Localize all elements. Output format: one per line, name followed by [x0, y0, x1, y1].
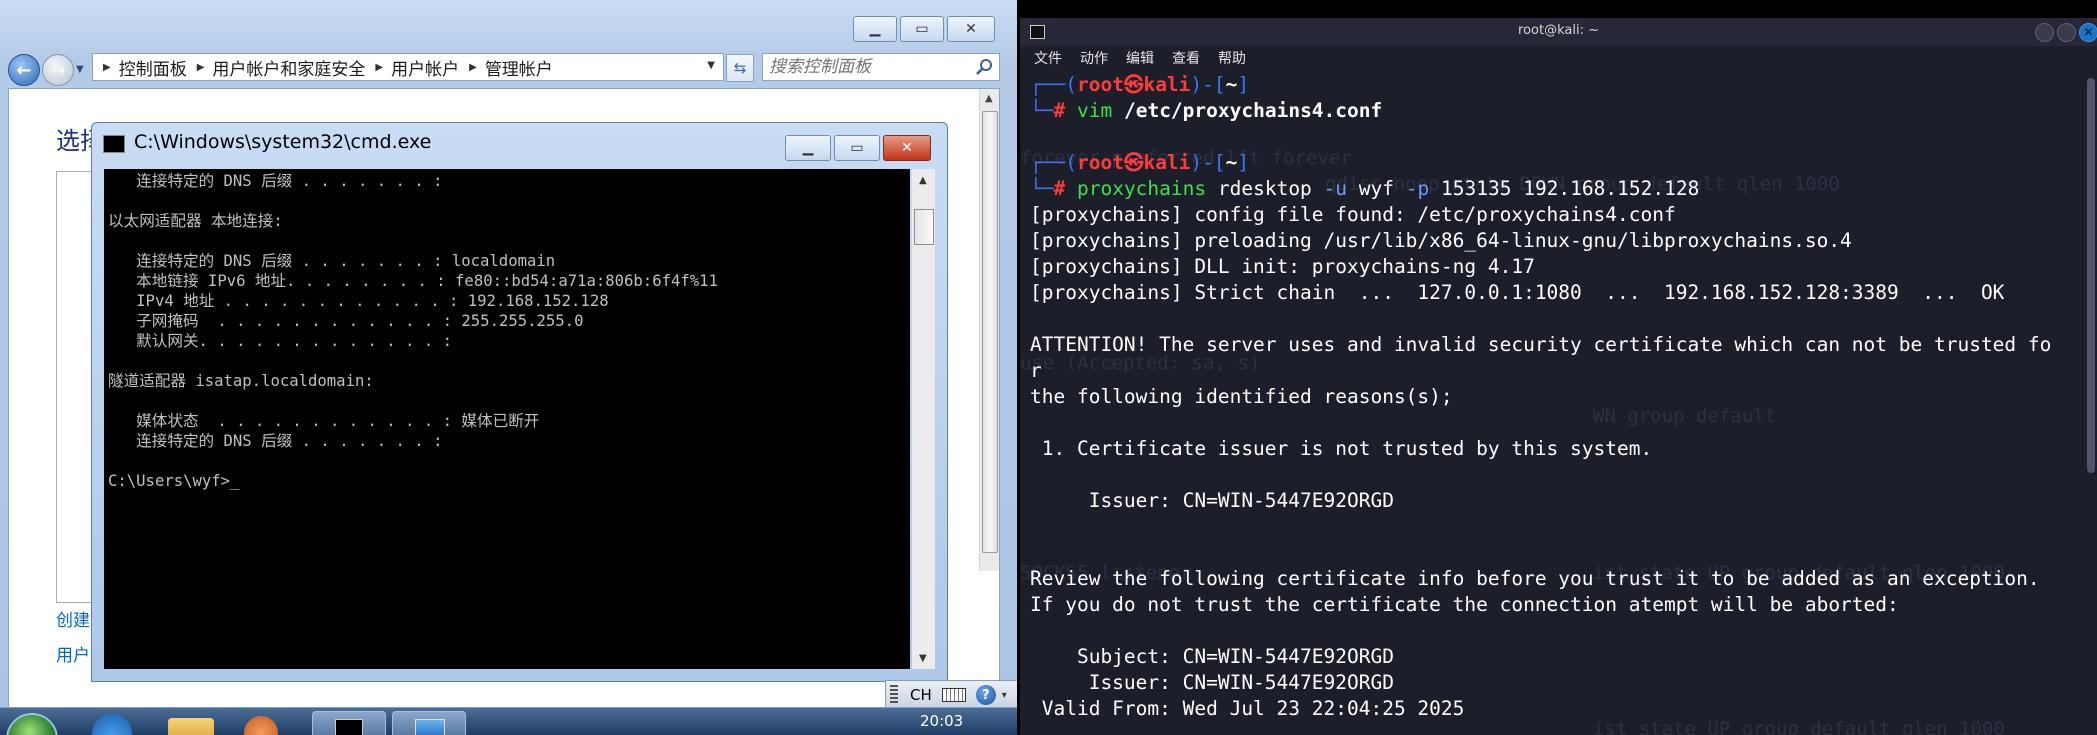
taskbar-cmd-button[interactable]	[312, 711, 386, 735]
command-output: [proxychains] config file found: /etc/pr…	[1030, 203, 2052, 720]
command-arg: 153135	[1441, 177, 1512, 200]
kali-vm-screen: root@kali: ~ ✕ 文件 动作 编辑 查看 帮助 forever pr…	[1017, 0, 2097, 735]
taskbar: 20:03	[0, 707, 1017, 735]
menu-bar: 文件 动作 编辑 查看 帮助	[1020, 46, 2097, 72]
forward-button[interactable]: →	[42, 54, 74, 86]
back-button[interactable]: ←	[8, 54, 40, 86]
create-account-link[interactable]: 创建	[56, 606, 90, 631]
scroll-up-icon[interactable]: ▲	[919, 175, 927, 186]
command-program: proxychains	[1076, 177, 1207, 200]
minimize-button[interactable]: ▁	[853, 16, 897, 42]
command-arg: rdesktop	[1217, 177, 1312, 200]
start-button[interactable]	[6, 713, 58, 735]
cmd-scrollbar[interactable]: ▲ ▼	[912, 169, 935, 669]
prompt-user: root	[1076, 73, 1124, 96]
arrow-left-icon: ←	[16, 59, 32, 81]
cmd-caption-buttons: ▁ ▭ ✕	[782, 135, 931, 161]
menu-edit[interactable]: 编辑	[1126, 46, 1154, 72]
refresh-icon: ⇆	[733, 59, 747, 77]
windows-vm-screen: ▁ ▭ ✕ ← → ▼ ▶ 控制面板 ▶ 用户帐户和家庭安全 ▶ 用户帐户 ▶ …	[0, 0, 1017, 735]
command-arg: 192.168.152.128	[1523, 177, 1700, 200]
prompt-cwd: ~	[1225, 73, 1238, 96]
address-bar: ← → ▼ ▶ 控制面板 ▶ 用户帐户和家庭安全 ▶ 用户帐户 ▶ 管理帐户 ▼…	[0, 50, 1017, 86]
prompt-host: kali	[1143, 73, 1191, 96]
close-button[interactable]: ✕	[2079, 23, 2097, 42]
cmd-maximize-button[interactable]: ▭	[834, 135, 880, 161]
command-arg: wyf	[1358, 177, 1395, 200]
clock[interactable]: 20:03	[920, 712, 963, 730]
breadcrumb-item[interactable]: 控制面板	[119, 55, 187, 80]
language-bar: CH ? ▾	[885, 680, 1017, 710]
search-box[interactable]	[762, 53, 1000, 81]
menu-file[interactable]: 文件	[1034, 46, 1062, 72]
chevron-right-icon: ▶	[469, 61, 477, 73]
control-panel-icon	[415, 719, 445, 735]
control-panel-caption-buttons: ▁ ▭ ✕	[850, 16, 995, 42]
prompt-cwd: ~	[1225, 151, 1238, 174]
terminal-window: root@kali: ~ ✕ 文件 动作 编辑 查看 帮助 forever pr…	[1020, 18, 2097, 735]
recent-pages-dropdown[interactable]: ▼	[76, 64, 84, 75]
command-flag: -u	[1323, 177, 1348, 200]
user-accounts-link[interactable]: 用户	[56, 641, 90, 666]
control-panel-titlebar: ▁ ▭ ✕	[0, 0, 1017, 50]
cmd-icon	[103, 135, 125, 153]
breadcrumb-item[interactable]: 管理帐户	[485, 55, 553, 80]
chevron-down-icon[interactable]: ▾	[1002, 690, 1007, 701]
internet-explorer-icon[interactable]	[92, 714, 132, 735]
arrow-right-icon: →	[50, 59, 66, 81]
chevron-down-icon[interactable]: ▼	[707, 60, 715, 71]
help-icon[interactable]: ?	[975, 685, 996, 705]
terminal-screen[interactable]: forever preferred_lft forever qdisc noop…	[1020, 72, 2085, 735]
menu-actions[interactable]: 动作	[1080, 46, 1108, 72]
chevron-right-icon: ▶	[375, 61, 384, 73]
taskbar-control-panel-button[interactable]	[392, 711, 466, 735]
search-icon[interactable]	[975, 58, 993, 76]
prompt-host: kali	[1143, 151, 1191, 174]
terminal-scrollbar[interactable]	[2087, 78, 2095, 473]
content-scrollbar[interactable]: ▲	[979, 89, 999, 571]
scrollbar-thumb[interactable]	[982, 111, 998, 553]
close-button[interactable]: ✕	[947, 16, 995, 42]
cmd-window: C:\Windows\system32\cmd.exe ▁ ▭ ✕ 连接特定的 …	[91, 122, 948, 682]
menu-view[interactable]: 查看	[1172, 46, 1200, 72]
terminal-titlebar[interactable]: root@kali: ~ ✕	[1020, 18, 2097, 46]
command-program: vim	[1076, 99, 1113, 122]
minimize-button[interactable]	[2035, 23, 2054, 42]
cmd-console[interactable]: 连接特定的 DNS 后缀 . . . . . . . : 以太网适配器 本地连接…	[104, 169, 910, 669]
command-args: /etc/proxychains4.conf	[1123, 99, 1383, 122]
prompt-user: root	[1076, 151, 1124, 174]
cmd-icon	[335, 719, 363, 735]
window-title: root@kali: ~	[1518, 23, 1599, 38]
menu-help[interactable]: 帮助	[1218, 46, 1246, 72]
grip-handle-icon[interactable]	[890, 685, 898, 705]
scroll-up-icon[interactable]: ▲	[985, 93, 993, 104]
cmd-close-button[interactable]: ✕	[883, 135, 931, 161]
media-player-icon[interactable]	[244, 716, 278, 735]
breadcrumb[interactable]: ▶ 控制面板 ▶ 用户帐户和家庭安全 ▶ 用户帐户 ▶ 管理帐户 ▼	[92, 53, 724, 81]
chevron-right-icon: ▶	[196, 61, 205, 73]
search-input[interactable]	[769, 57, 959, 77]
command-args: rdesktop -u wyf -p 153135 192.168.152.12…	[1218, 177, 1699, 200]
breadcrumb-item[interactable]: 用户帐户	[391, 55, 459, 80]
scroll-down-icon[interactable]: ▼	[919, 653, 927, 664]
command-flag: -p	[1405, 177, 1430, 200]
keyboard-icon[interactable]	[941, 688, 966, 702]
cmd-minimize-button[interactable]: ▁	[785, 135, 831, 161]
maximize-button[interactable]: ▭	[900, 16, 944, 42]
cmd-output: 连接特定的 DNS 后缀 . . . . . . . : 以太网适配器 本地连接…	[108, 172, 718, 490]
input-language[interactable]: CH	[910, 686, 932, 704]
cmd-titlebar[interactable]: C:\Windows\system32\cmd.exe ▁ ▭ ✕	[92, 123, 947, 163]
refresh-button[interactable]: ⇆	[726, 54, 754, 82]
chevron-right-icon: ▶	[103, 61, 111, 73]
breadcrumb-item[interactable]: 用户帐户和家庭安全	[212, 55, 365, 80]
folder-icon[interactable]	[168, 718, 214, 735]
maximize-button[interactable]	[2057, 23, 2076, 42]
scrollbar-thumb[interactable]	[914, 209, 934, 245]
cmd-title: C:\Windows\system32\cmd.exe	[134, 131, 432, 153]
